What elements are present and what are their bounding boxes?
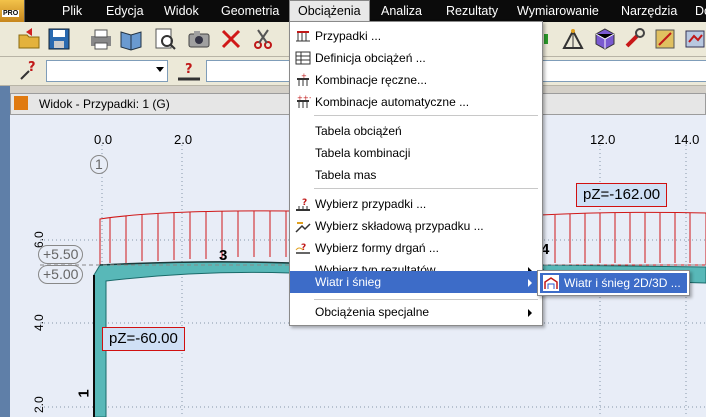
settings-icon[interactable]: [682, 26, 706, 52]
load-cases-icon: [296, 31, 310, 42]
select-cases-icon: ?: [296, 198, 310, 211]
svg-text:+: +: [301, 72, 307, 80]
level-label-5-50: +5.50: [38, 245, 84, 264]
open-icon[interactable]: [16, 26, 42, 52]
structure-icon[interactable]: [560, 26, 586, 52]
svg-text:?: ?: [28, 60, 36, 75]
obciazenia-dropdown: Przypadki ... Definicja obciążeń ... + K…: [289, 21, 543, 326]
load-label-left: pZ=-60.00: [102, 327, 185, 351]
manual-combinations-icon: +: [297, 72, 309, 86]
save-icon[interactable]: [46, 26, 72, 52]
menu-item-kombinacje-reczne[interactable]: + Kombinacje ręczne...: [290, 69, 540, 91]
menu-separator: [314, 188, 538, 189]
menu-item-wybierz-formy-drgan[interactable]: ? Wybierz formy drgań ...: [290, 237, 540, 259]
chevron-down-icon: [156, 67, 164, 72]
menu-narzedzia[interactable]: Narzędzia: [621, 0, 677, 22]
robot-window-icon: [14, 96, 28, 110]
automatic-combinations-icon: +++: [297, 94, 311, 108]
menu-item-tabela-obciazen[interactable]: Tabela obciążeń: [290, 120, 540, 142]
svg-text:?: ?: [185, 62, 193, 77]
book-icon[interactable]: [118, 26, 144, 52]
camera-icon[interactable]: [186, 26, 212, 52]
tools-icon[interactable]: [622, 26, 648, 52]
menu-item-obciazenia-specjalne[interactable]: Obciążenia specjalne: [290, 301, 540, 323]
cube-icon[interactable]: [592, 26, 618, 52]
node-selection-combo[interactable]: [46, 60, 168, 82]
svg-text:?: ?: [302, 198, 307, 208]
menu-item-definicja-obciazen[interactable]: Definicja obciążeń ...: [290, 47, 540, 69]
menu-item-wiatr-i-snieg[interactable]: Wiatr i śnieg: [290, 271, 540, 293]
wind-snow-icon: [543, 275, 559, 291]
menu-separator: [314, 115, 538, 116]
menu-rezultaty[interactable]: Rezultaty: [446, 0, 498, 22]
svg-text:?: ?: [301, 243, 306, 253]
axis-x-tick-1: 2.0: [174, 132, 193, 147]
delete-icon[interactable]: [218, 26, 244, 52]
case-selection-combo[interactable]: [541, 60, 706, 82]
view-title-text: Widok - Przypadki: 1 (G): [39, 97, 170, 111]
menu-do[interactable]: Do: [695, 0, 706, 22]
node-label-3: 3: [219, 247, 228, 264]
menu-analiza[interactable]: Analiza: [381, 0, 422, 22]
menu-plik[interactable]: Plik: [62, 0, 82, 22]
menu-item-przypadki[interactable]: Przypadki ...: [290, 25, 540, 47]
menu-geometria[interactable]: Geometria: [221, 0, 279, 22]
select-component-icon: [295, 222, 311, 233]
bar-select-icon[interactable]: ?: [176, 59, 202, 83]
axis-y-tick-1: 4.0: [32, 314, 46, 331]
preview-icon[interactable]: [152, 26, 178, 52]
menu-edycja[interactable]: Edycja: [106, 0, 144, 22]
app-logo[interactable]: PRO: [0, 0, 25, 22]
submenu-item-label: Wiatr i śnieg 2D/3D ...: [564, 276, 681, 290]
submenu-arrow-icon: [528, 279, 532, 287]
menu-item-kombinacje-automatyczne[interactable]: +++ Kombinacje automatyczne ...: [290, 91, 540, 113]
bar-label-1: 1: [75, 389, 93, 398]
submenu-item-wiatr-snieg-2d3d[interactable]: Wiatr i śnieg 2D/3D ...: [540, 273, 687, 293]
load-label-right: pZ=-162.00: [576, 183, 668, 207]
svg-text:+++: +++: [297, 94, 311, 102]
submenu-arrow-icon: [528, 309, 532, 317]
level-label-5-00: +5.00: [38, 265, 84, 284]
design-icon[interactable]: [652, 26, 678, 52]
menu-obciazenia[interactable]: Obciążenia: [289, 0, 370, 22]
load-definition-icon: [295, 51, 311, 65]
select-modes-icon: ?: [295, 243, 310, 254]
axis-x-tick-0: 0.0: [94, 132, 113, 147]
node-label-1: 1: [90, 155, 108, 174]
menu-wymiarowanie[interactable]: Wymiarowanie: [517, 0, 599, 22]
bar-selection-combo[interactable]: [206, 60, 298, 82]
menu-item-wybierz-skladowa[interactable]: Wybierz składową przypadku ...: [290, 215, 540, 237]
app-logo-text: PRO: [2, 10, 20, 17]
node-select-icon[interactable]: ?: [18, 59, 42, 83]
menu-separator: [314, 299, 538, 300]
axis-x-tick-3: 14.0: [674, 132, 700, 147]
menu-item-wybierz-przypadki[interactable]: ? Wybierz przypadki ...: [290, 193, 540, 215]
menu-item-tabela-kombinacji[interactable]: Tabela kombinacji: [290, 142, 540, 164]
cut-icon[interactable]: [250, 26, 276, 52]
print-icon[interactable]: [88, 26, 114, 52]
menu-item-tabela-mas[interactable]: Tabela mas: [290, 164, 540, 186]
wiatr-i-snieg-submenu: Wiatr i śnieg 2D/3D ...: [537, 270, 690, 296]
menu-widok[interactable]: Widok: [164, 0, 199, 22]
axis-x-tick-2: 12.0: [590, 132, 616, 147]
left-panel-strip: [0, 86, 10, 417]
axis-y-tick-2: 2.0: [32, 396, 46, 413]
